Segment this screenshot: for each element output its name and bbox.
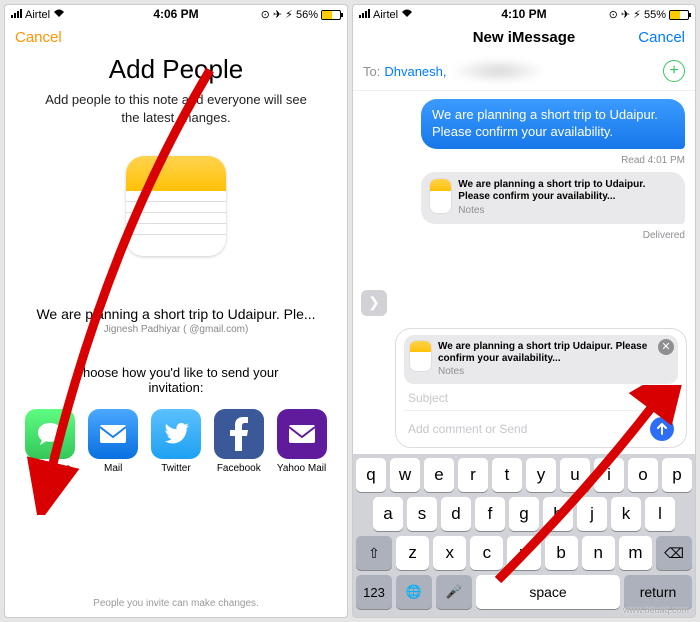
key-x[interactable]: x — [433, 536, 466, 570]
share-yahoo-mail[interactable]: Yahoo Mail — [277, 409, 327, 474]
watermark: www.deuaq.com — [623, 605, 689, 615]
page-subtitle: Add people to this note and everyone wil… — [15, 91, 337, 126]
to-field[interactable]: To: Dhvanesh, + — [353, 52, 695, 91]
key-r[interactable]: r — [458, 458, 488, 492]
notes-thumb-icon — [410, 341, 431, 371]
key-f[interactable]: f — [475, 497, 505, 531]
key-g[interactable]: g — [509, 497, 539, 531]
key-b[interactable]: b — [545, 536, 578, 570]
compose-attachment[interactable]: We are planning a short trip Udaipur. Pl… — [404, 335, 678, 385]
redacted-contact — [451, 58, 546, 84]
key-🌐[interactable]: 🌐 — [396, 575, 432, 609]
key-return[interactable]: return — [624, 575, 692, 609]
page-title: Add People — [109, 54, 243, 85]
key-w[interactable]: w — [390, 458, 420, 492]
status-bar: Airtel 4:06 PM ⊙ ✈︎ ⚡︎ 56% — [5, 5, 347, 23]
key-🎤[interactable]: 🎤 — [436, 575, 472, 609]
status-bar: Airtel 4:10 PM ⊙ ✈︎ ⚡︎ 55% — [353, 5, 695, 23]
key-l[interactable]: l — [645, 497, 675, 531]
key-z[interactable]: z — [396, 536, 429, 570]
sent-message-bubble[interactable]: We are planning a short trip to Udaipur.… — [421, 99, 685, 149]
to-label: To: — [363, 64, 380, 79]
read-receipt: Read 4:01 PM — [621, 155, 685, 166]
key-a[interactable]: a — [373, 497, 403, 531]
key-e[interactable]: e — [424, 458, 454, 492]
key-q[interactable]: q — [356, 458, 386, 492]
expand-apps-button[interactable]: ❯ — [361, 290, 387, 316]
phone-left: Airtel 4:06 PM ⊙ ✈︎ ⚡︎ 56% Cancel Add Pe… — [4, 4, 348, 618]
conversation: We are planning a short trip to Udaipur.… — [353, 91, 695, 322]
add-recipient-button[interactable]: + — [663, 60, 685, 82]
key-k[interactable]: k — [611, 497, 641, 531]
key-i[interactable]: i — [594, 458, 624, 492]
share-twitter[interactable]: Twitter — [151, 409, 201, 474]
note-title: We are planning a short trip to Udaipur.… — [15, 306, 337, 322]
key-j[interactable]: j — [577, 497, 607, 531]
notes-app-icon — [126, 156, 226, 256]
remove-attachment-button[interactable]: ✕ — [658, 339, 674, 355]
carrier-label: Airtel — [373, 9, 398, 21]
key-h[interactable]: h — [543, 497, 573, 531]
keyboard[interactable]: qwertyuiop asdfghjkl ⇧zxcvbnm⌫ 123🌐🎤spac… — [353, 454, 695, 617]
key-c[interactable]: c — [470, 536, 503, 570]
cancel-button[interactable]: Cancel — [15, 29, 62, 46]
carrier-label: Airtel — [25, 9, 50, 21]
key-o[interactable]: o — [628, 458, 658, 492]
key-123[interactable]: 123 — [356, 575, 392, 609]
delivered-label: Delivered — [643, 230, 685, 241]
key-y[interactable]: y — [526, 458, 556, 492]
nav-title: New iMessage — [353, 29, 695, 46]
choose-label: Choose how you'd like to send your invit… — [15, 365, 337, 395]
key-u[interactable]: u — [560, 458, 590, 492]
key-m[interactable]: m — [619, 536, 652, 570]
key-space[interactable]: space — [476, 575, 620, 609]
battery-pct: 56% — [296, 9, 318, 21]
share-facebook[interactable]: Facebook — [214, 409, 264, 474]
notes-thumb-icon — [430, 179, 451, 213]
key-s[interactable]: s — [407, 497, 437, 531]
footer-note: People you invite can make changes. — [93, 598, 259, 609]
compose-box[interactable]: We are planning a short trip Udaipur. Pl… — [395, 328, 687, 449]
note-author: Jignesh Padhiyar ( @gmail.com) — [104, 324, 249, 335]
share-message[interactable]: Message — [25, 409, 75, 474]
recipient-chip[interactable]: Dhvanesh, — [384, 64, 446, 79]
key-⇧[interactable]: ⇧ — [356, 536, 392, 570]
phone-right: Airtel 4:10 PM ⊙ ✈︎ ⚡︎ 55% New iMessage … — [352, 4, 696, 618]
key-n[interactable]: n — [582, 536, 615, 570]
key-p[interactable]: p — [662, 458, 692, 492]
sent-note-attachment[interactable]: We are planning a short trip to Udaipur.… — [421, 172, 685, 225]
share-mail[interactable]: Mail — [88, 409, 138, 474]
key-d[interactable]: d — [441, 497, 471, 531]
key-v[interactable]: v — [507, 536, 540, 570]
key-t[interactable]: t — [492, 458, 522, 492]
subject-input[interactable]: Subject — [404, 384, 678, 411]
share-apps-row: Message Mail Twitter Facebook Yahoo Mail — [15, 409, 337, 474]
battery-pct: 55% — [644, 9, 666, 21]
nav-bar: New iMessage Cancel — [353, 23, 695, 52]
key-⌫[interactable]: ⌫ — [656, 536, 692, 570]
nav-bar: Cancel — [5, 23, 347, 52]
send-button[interactable] — [650, 417, 674, 441]
comment-input[interactable]: Add comment or Send — [404, 411, 678, 443]
